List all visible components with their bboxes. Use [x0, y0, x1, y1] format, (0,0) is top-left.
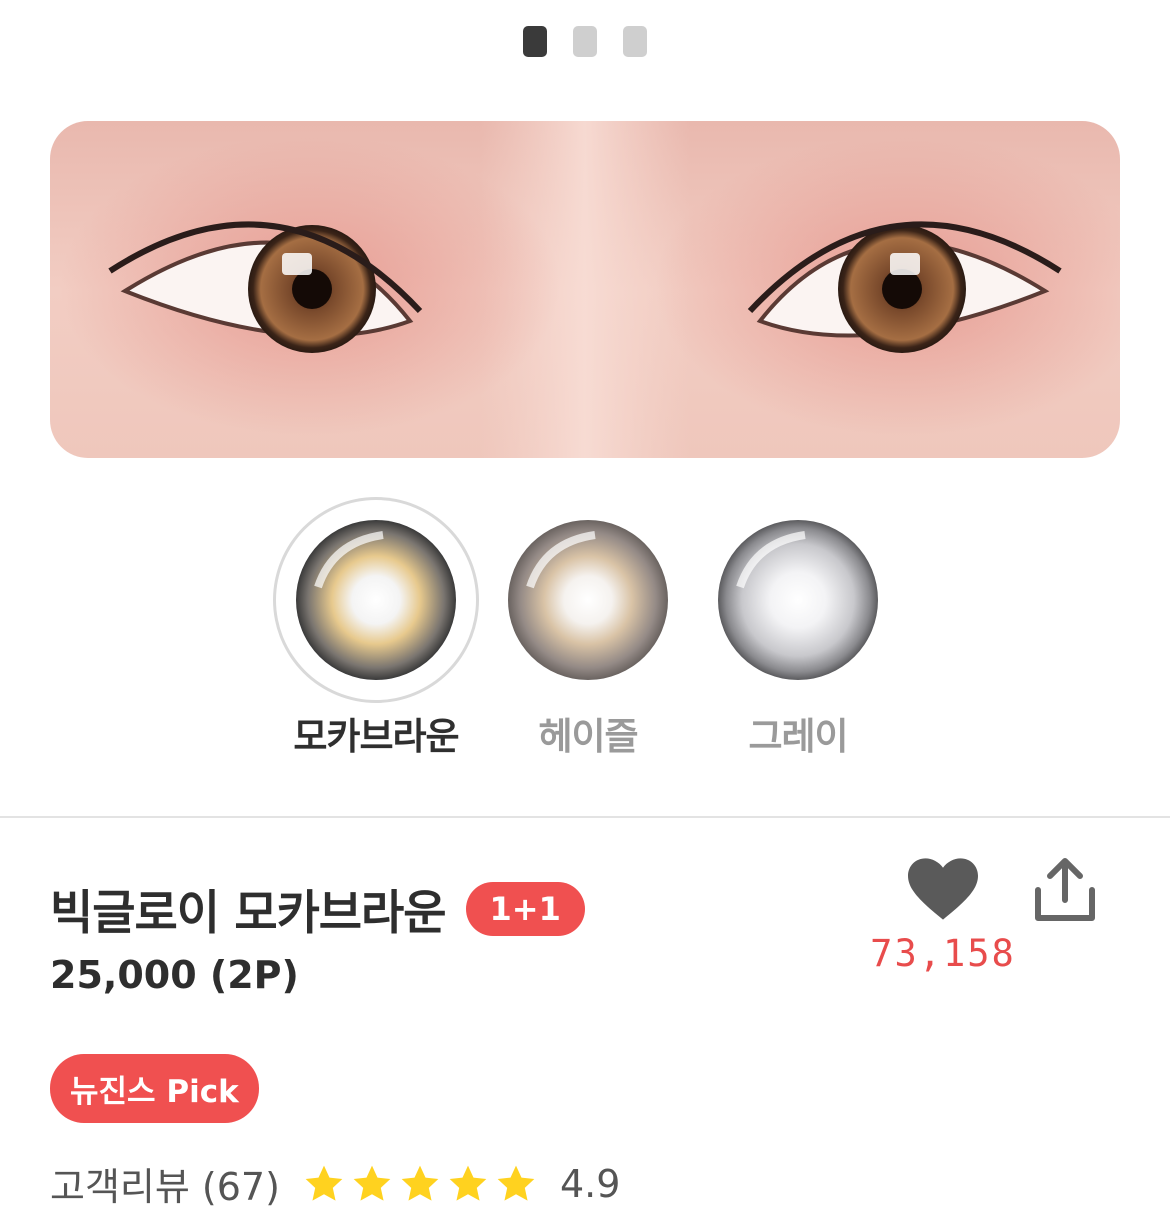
section-divider [0, 816, 1170, 818]
carousel-dot-2[interactable] [573, 26, 597, 57]
swatch-label: 헤이즐 [538, 715, 638, 758]
star-icon [449, 1165, 487, 1201]
star-icon [353, 1165, 391, 1201]
lens-swatch-image[interactable] [698, 500, 898, 700]
star-rating [302, 1162, 538, 1206]
product-price: 25,000 (2P) [50, 953, 299, 997]
like-button[interactable]: 73,158 [868, 858, 1018, 975]
like-count: 73,158 [870, 932, 1016, 975]
swatch-mocha-brown[interactable]: 모카브라운 [276, 500, 476, 760]
lens-swatch-image[interactable] [488, 500, 688, 700]
promo-badge: 1+1 [465, 881, 585, 936]
review-summary[interactable]: 고객리뷰 (67) 4.9 [50, 1156, 620, 1211]
product-title: 빅글로이 모카브라운 [50, 886, 447, 941]
carousel-indicator [0, 26, 1170, 57]
product-title-row: 빅글로이 모카브라운 1+1 [50, 874, 585, 943]
tag-badge[interactable]: 뉴진스 Pick [50, 1054, 259, 1123]
product-hero-image[interactable] [50, 121, 1120, 458]
heart-icon [908, 858, 978, 920]
swatch-label: 그레이 [748, 715, 848, 758]
share-icon [1035, 858, 1095, 921]
star-icon [497, 1165, 535, 1201]
swatch-label: 모카브라운 [293, 715, 459, 758]
carousel-dot-1[interactable] [523, 26, 547, 57]
swatch-gray[interactable]: 그레이 [698, 500, 898, 760]
carousel-dot-3[interactable] [623, 26, 647, 57]
share-button[interactable] [1030, 856, 1100, 926]
star-icon [401, 1165, 439, 1201]
rating-value: 4.9 [559, 1161, 621, 1206]
swatch-hazel[interactable]: 헤이즐 [488, 500, 688, 760]
star-icon [305, 1165, 343, 1201]
lens-swatch-image[interactable] [276, 500, 476, 700]
review-count-label: 고객리뷰 (67) [50, 1165, 280, 1209]
